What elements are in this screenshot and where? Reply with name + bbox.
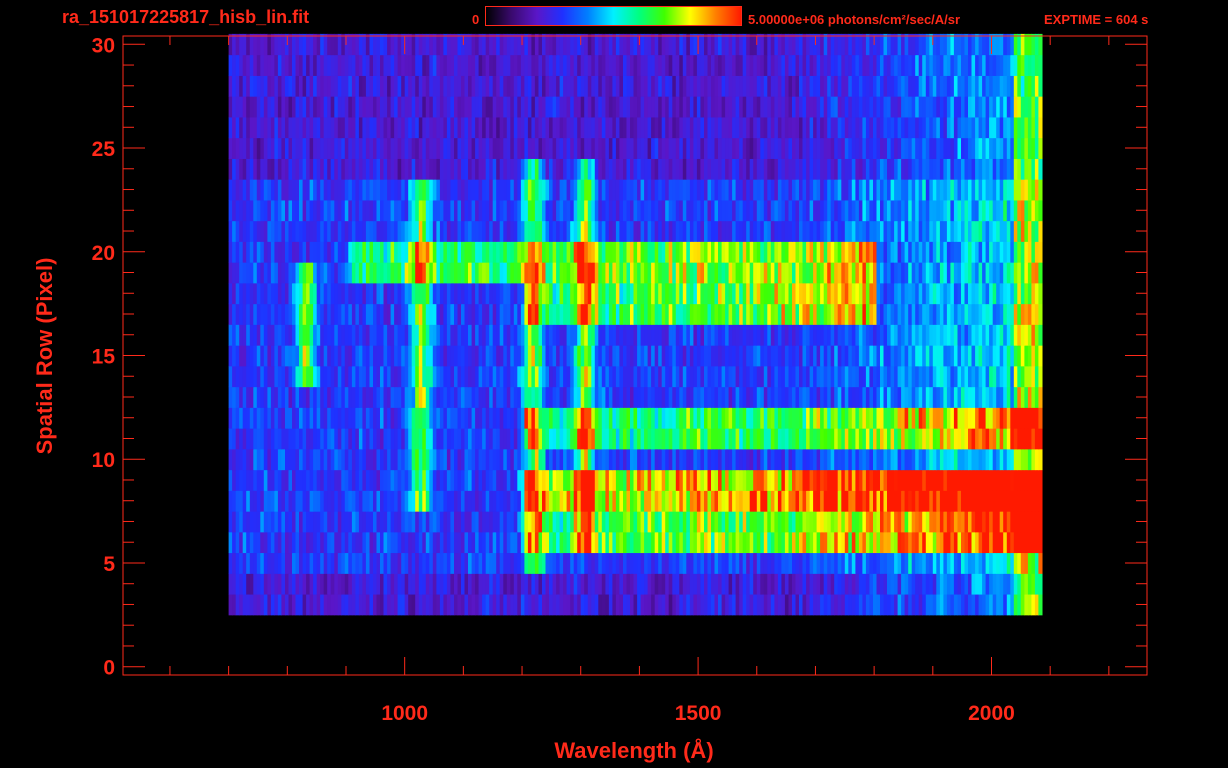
y-tick-label: 20	[92, 242, 115, 265]
x-tick-label: 1000	[381, 702, 428, 725]
spectrum-plot: 1000 1500 2000051015202530 Wavelength (Å) …	[32, 33, 1148, 763]
x-axis-label: Wavelength (Å)	[554, 737, 713, 763]
heatmap-image	[228, 33, 1043, 616]
y-tick-label: 0	[103, 657, 115, 680]
y-tick-label: 15	[92, 346, 116, 369]
x-tick-label: 1500	[675, 702, 722, 725]
y-tick-label: 25	[92, 138, 116, 161]
y-tick-label: 30	[92, 34, 115, 57]
y-tick-label: 5	[103, 553, 115, 576]
x-tick-label: 2000	[968, 702, 1015, 725]
y-tick-label: 10	[92, 449, 115, 472]
y-axis-label: Spatial Row (Pixel)	[32, 258, 57, 455]
